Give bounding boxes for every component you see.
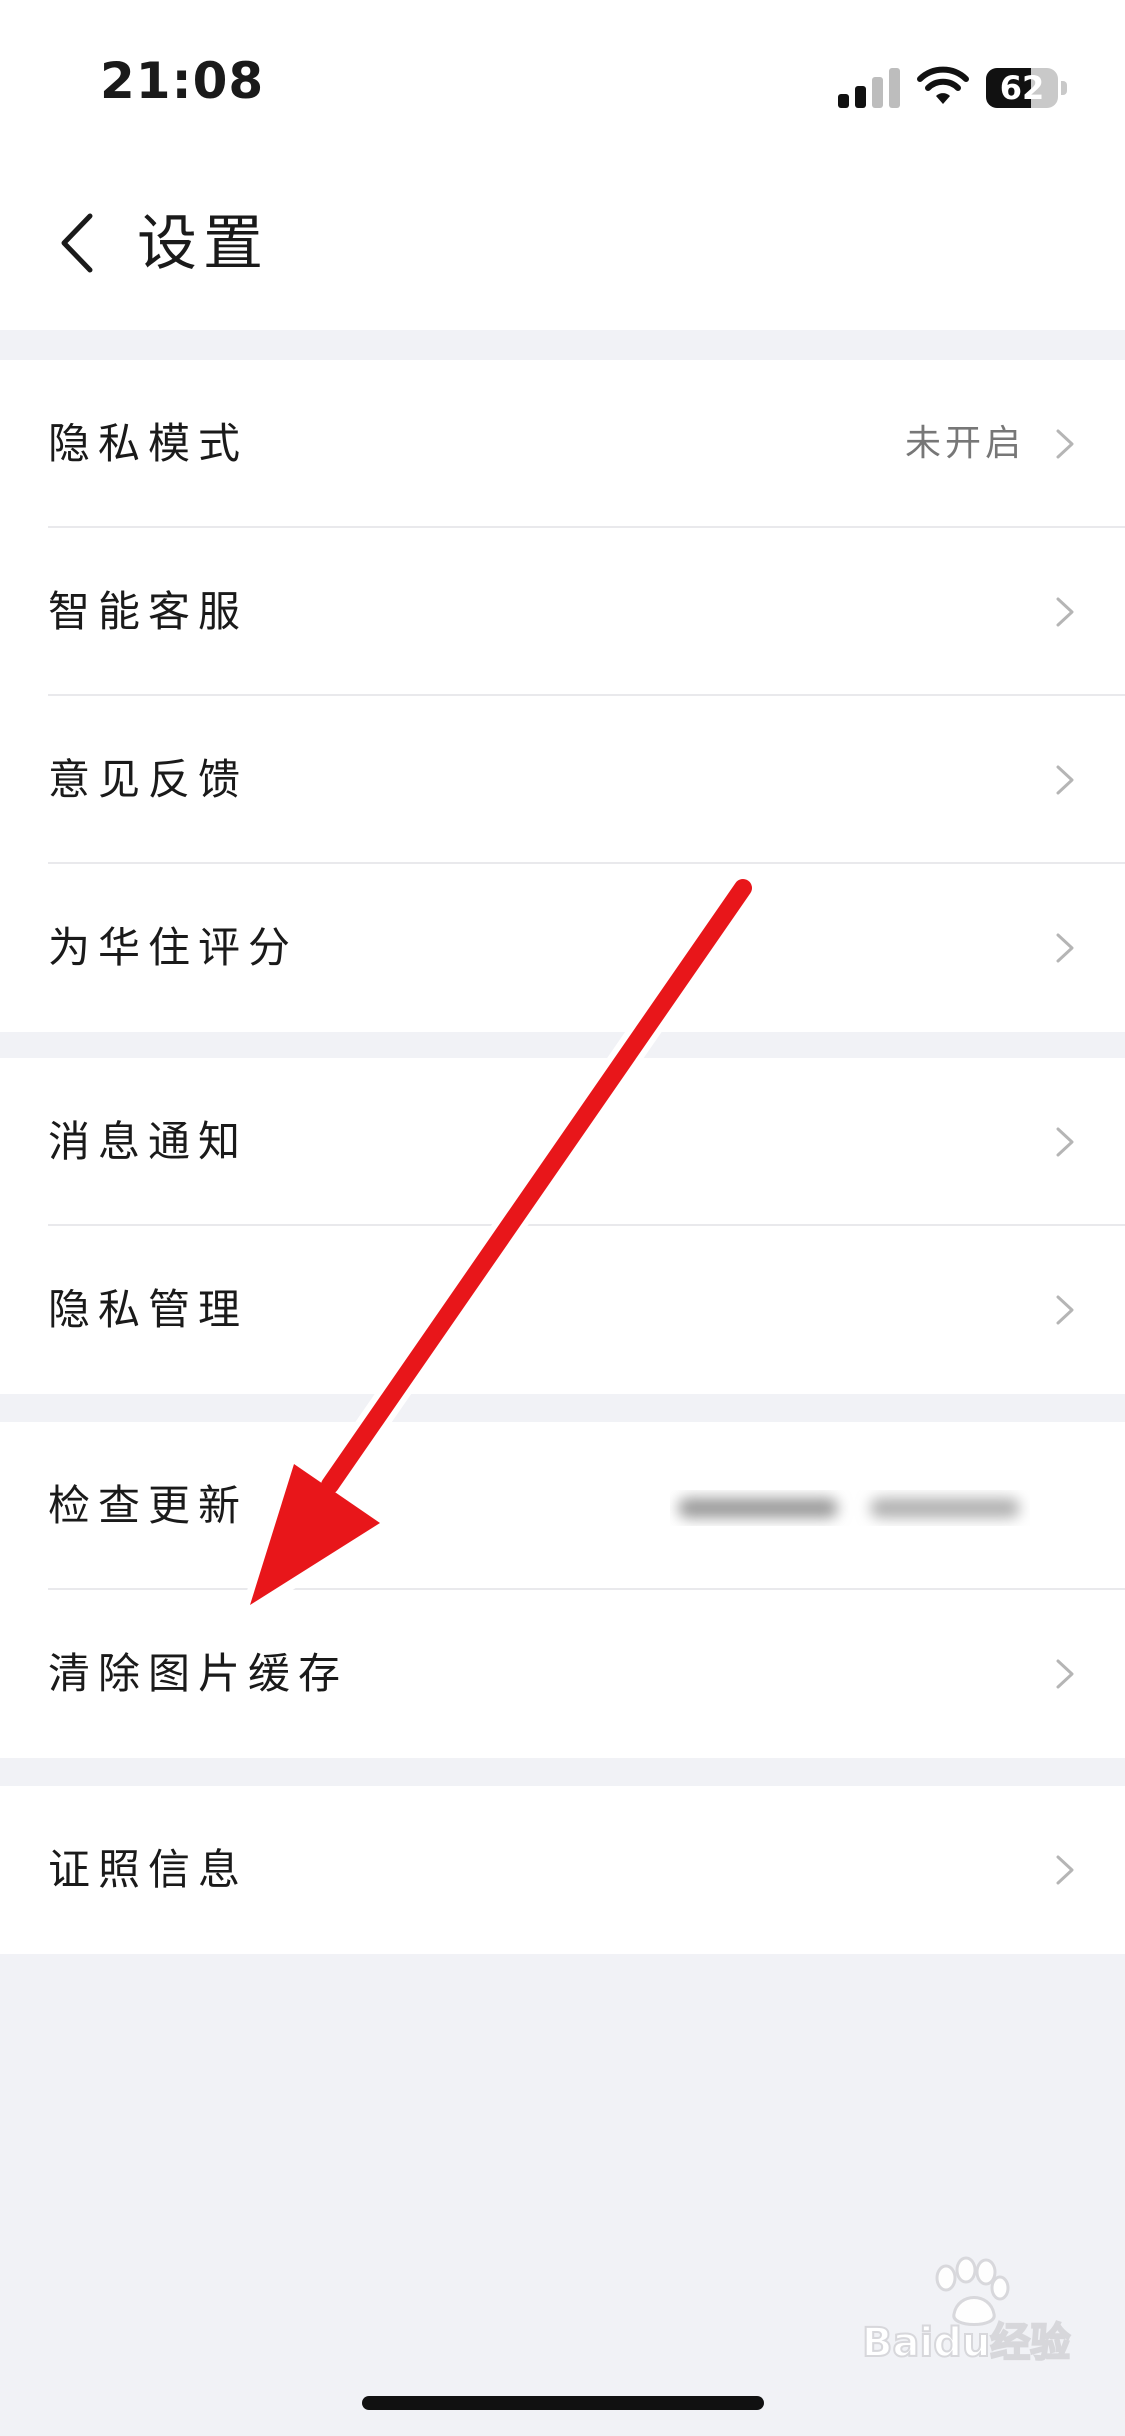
chevron-right-icon	[1056, 1659, 1074, 1689]
message-notification-label: 消息通知	[48, 1117, 249, 1166]
clear-image-cache-row[interactable]: 清除图片缓存	[0, 1590, 1125, 1758]
message-notification-row[interactable]: 消息通知	[0, 1058, 1125, 1226]
feedback-label: 意见反馈	[48, 755, 249, 804]
rate-app-row[interactable]: 为华住评分	[0, 864, 1125, 1032]
settings-group-maintenance: 检查更新 清除图片缓存	[0, 1422, 1125, 1758]
navigation-bar: 设置	[0, 170, 1125, 330]
baidu-paw-icon	[935, 2256, 1010, 2326]
license-info-label: 证照信息	[48, 1845, 249, 1894]
wifi-icon	[917, 66, 969, 104]
battery-icon: 62	[986, 68, 1068, 108]
chevron-right-icon	[1056, 1127, 1074, 1157]
blurred-version-info	[678, 1498, 1020, 1518]
privacy-management-row[interactable]: 隐私管理	[0, 1226, 1125, 1394]
privacy-management-label: 隐私管理	[48, 1285, 249, 1334]
settings-group-notifications: 消息通知 隐私管理	[0, 1058, 1125, 1394]
feedback-row[interactable]: 意见反馈	[0, 696, 1125, 864]
chevron-right-icon	[1056, 933, 1074, 963]
chevron-right-icon	[1056, 1855, 1074, 1885]
status-time: 21:08	[100, 52, 265, 110]
smart-customer-service-row[interactable]: 智能客服	[0, 528, 1125, 696]
smart-customer-service-label: 智能客服	[48, 587, 249, 636]
baidu-watermark: Baidu经验	[861, 2256, 1071, 2366]
battery-percentage: 62	[999, 69, 1045, 107]
check-update-row[interactable]: 检查更新	[0, 1422, 1125, 1590]
cellular-signal-icon	[838, 68, 900, 108]
chevron-right-icon	[1056, 765, 1074, 795]
baidu-watermark-text: Baidu经验	[862, 2320, 1070, 2366]
license-info-row[interactable]: 证照信息	[0, 1786, 1125, 1954]
chevron-right-icon	[1056, 597, 1074, 627]
settings-group-general: 隐私模式 未开启 智能客服 意见反馈 为华住评分	[0, 360, 1125, 1032]
rate-app-label: 为华住评分	[48, 923, 299, 972]
clear-image-cache-label: 清除图片缓存	[48, 1649, 349, 1698]
status-bar: 21:08 62	[0, 0, 1125, 170]
chevron-right-icon	[1056, 1295, 1074, 1325]
privacy-mode-row[interactable]: 隐私模式 未开启	[0, 360, 1125, 528]
settings-group-license: 证照信息	[0, 1786, 1125, 1954]
privacy-mode-status: 未开启	[904, 423, 1025, 464]
chevron-right-icon	[1056, 429, 1074, 459]
page-title: 设置	[137, 209, 269, 279]
privacy-mode-label: 隐私模式	[48, 419, 249, 468]
check-update-label: 检查更新	[48, 1481, 249, 1530]
chevron-left-icon[interactable]	[52, 208, 102, 278]
home-indicator[interactable]	[362, 2396, 764, 2410]
